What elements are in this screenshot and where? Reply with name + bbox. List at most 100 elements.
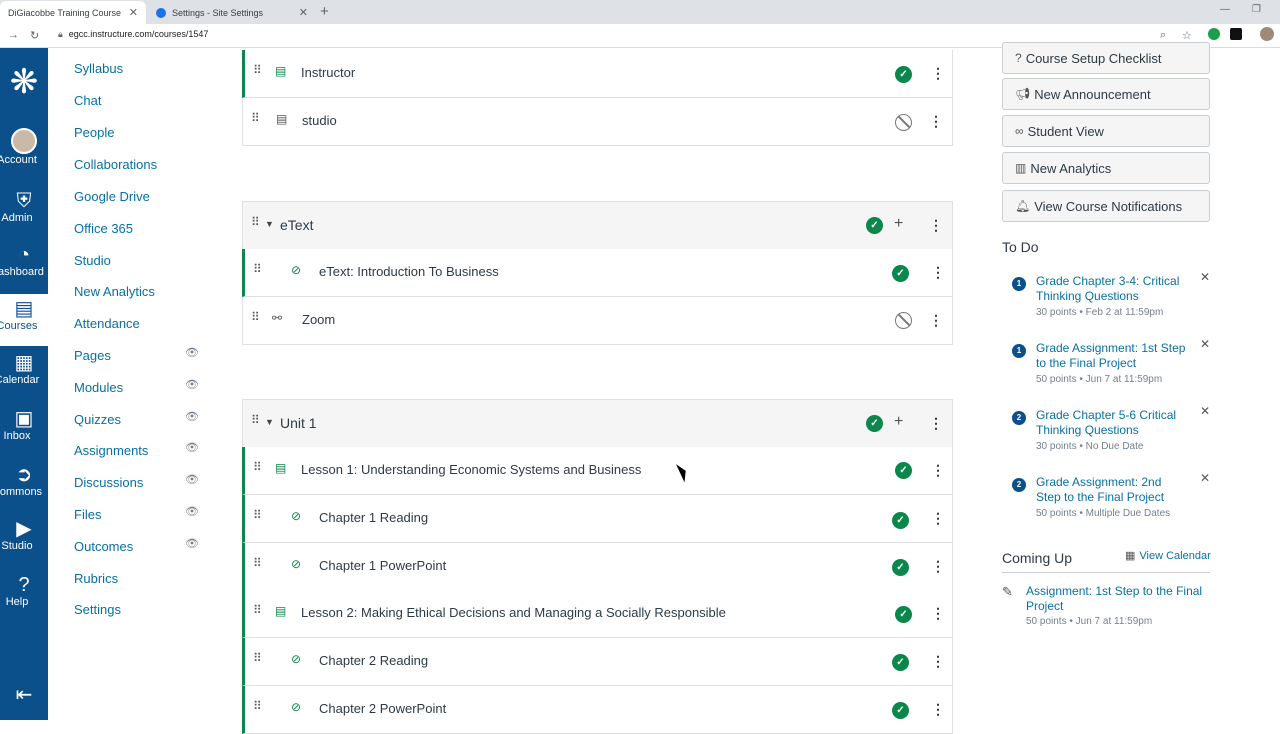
collapse-caret-icon[interactable]: ▼ [265,219,274,229]
forward-icon[interactable]: → [8,29,19,41]
published-check-icon[interactable]: ✓ [892,654,909,671]
more-options-icon[interactable]: ⋮ [931,605,945,622]
more-options-icon[interactable]: ⋮ [929,312,943,329]
module-item[interactable]: ⠿ ▤ Instructor ✓ ⋮ [242,50,953,98]
global-nav-account[interactable]: Account [0,128,48,166]
course-nav-studio[interactable]: Studio [74,253,111,268]
published-check-icon[interactable]: ✓ [895,462,912,479]
drag-handle-icon[interactable]: ⠿ [251,413,260,427]
published-check-icon[interactable]: ✓ [892,512,909,529]
course-nav-settings[interactable]: Settings [74,602,121,617]
global-nav-calendar[interactable]: ▦ Calendar [0,352,48,386]
drag-handle-icon[interactable]: ⠿ [253,63,262,77]
more-options-icon[interactable]: ⋮ [931,65,945,82]
close-icon[interactable]: ✕ [129,6,138,19]
module-item[interactable]: ⠿ ▤ studio ⋮ [242,98,953,146]
add-item-icon[interactable]: + [894,215,903,233]
new-tab-icon[interactable]: + [320,3,329,20]
drag-handle-icon[interactable]: ⠿ [253,508,262,522]
drag-handle-icon[interactable]: ⠿ [253,603,262,617]
course-nav-quizzes[interactable]: Quizzes [74,412,121,427]
published-check-icon[interactable]: ✓ [892,265,909,282]
course-nav-files[interactable]: Files [74,507,101,522]
drag-handle-icon[interactable]: ⠿ [253,651,262,665]
course-nav-discussions[interactable]: Discussions [74,475,143,490]
course-nav-collaborations[interactable]: Collaborations [74,157,157,172]
module-item[interactable]: ⠿ ▤ Lesson 2: Making Ethical Decisions a… [242,590,953,638]
more-options-icon[interactable]: ⋮ [931,510,945,527]
reload-icon[interactable]: ↻ [30,29,39,42]
drag-handle-icon[interactable]: ⠿ [251,215,260,229]
unpublished-icon[interactable] [895,114,912,131]
global-nav-courses[interactable]: ▤ Courses [0,294,48,346]
more-options-icon[interactable]: ⋮ [931,264,945,281]
collapse-nav-button[interactable]: ⇤ [0,684,48,706]
more-options-icon[interactable]: ⋮ [929,415,943,432]
student-view-button[interactable]: ∞ Student View [1002,115,1210,147]
global-nav-inbox[interactable]: ▣ Inbox [0,408,48,442]
browser-tab-course[interactable]: DiGiacobbe Training Course ✕ [0,1,146,24]
global-nav-help[interactable]: ? Help [0,574,48,608]
published-check-icon[interactable]: ✓ [892,559,909,576]
drag-handle-icon[interactable]: ⠿ [253,460,262,474]
star-icon[interactable]: ☆ [1182,29,1192,42]
module-header-etext[interactable]: ⠿ ▼ eText ✓ + ⋮ [242,201,953,249]
view-course-notifications-button[interactable]: 🔔︎ View Course Notifications [1002,190,1210,222]
course-nav-attendance[interactable]: Attendance [74,316,140,331]
dismiss-icon[interactable]: ✕ [1200,471,1210,485]
view-calendar-link[interactable]: ▦ View Calendar [1125,549,1211,562]
global-nav-dashboard[interactable]: ◔ Dashboard [0,244,48,278]
module-item[interactable]: ⠿ ⊘ Chapter 2 Reading ✓ ⋮ [242,638,953,686]
drag-handle-icon[interactable]: ⠿ [253,556,262,570]
module-header-unit-1[interactable]: ⠿ ▼ Unit 1 ✓ + ⋮ [242,399,953,447]
url-field[interactable]: 🔒︎ egcc.instructure.com/courses/1547 [58,29,208,40]
module-item[interactable]: ⠿ ⊘ Chapter 2 PowerPoint ✓ ⋮ [242,686,953,734]
browser-tab-settings[interactable]: Settings - Site Settings ✕ [148,1,316,24]
more-options-icon[interactable]: ⋮ [931,558,945,575]
unpublished-icon[interactable] [895,312,912,329]
drag-handle-icon[interactable]: ⠿ [253,699,262,713]
restore-icon[interactable]: ❐ [1252,4,1261,15]
course-nav-google-drive[interactable]: Google Drive [74,189,150,204]
new-announcement-button[interactable]: 📢︎ New Announcement [1002,78,1210,110]
drag-handle-icon[interactable]: ⠿ [253,262,262,276]
course-nav-people[interactable]: People [74,125,114,140]
published-check-icon[interactable]: ✓ [895,606,912,623]
extension-icon[interactable] [1230,28,1242,40]
canvas-logo[interactable]: ❋ [0,52,48,112]
global-nav-admin[interactable]: ⛨ Admin [0,190,48,224]
module-item[interactable]: ⠿ ⊘ Chapter 1 Reading ✓ ⋮ [242,495,953,543]
course-nav-rubrics[interactable]: Rubrics [74,571,118,586]
dismiss-icon[interactable]: ✕ [1200,404,1210,418]
dismiss-icon[interactable]: ✕ [1200,270,1210,284]
minimize-icon[interactable]: — [1220,4,1230,15]
global-nav-commons[interactable]: ➲ Commons [0,464,48,498]
drag-handle-icon[interactable]: ⠿ [251,310,260,324]
zoom-icon[interactable]: ⌕ [1160,29,1166,42]
published-check-icon[interactable]: ✓ [866,415,883,432]
course-nav-modules[interactable]: Modules [74,380,123,395]
extension-icon[interactable] [1208,28,1220,40]
profile-avatar[interactable] [1260,27,1274,41]
more-options-icon[interactable]: ⋮ [931,653,945,670]
course-nav-syllabus[interactable]: Syllabus [74,61,123,76]
more-options-icon[interactable]: ⋮ [929,217,943,234]
dismiss-icon[interactable]: ✕ [1200,337,1210,351]
published-check-icon[interactable]: ✓ [895,66,912,83]
drag-handle-icon[interactable]: ⠿ [251,111,260,125]
course-nav-assignments[interactable]: Assignments [74,443,148,458]
course-nav-pages[interactable]: Pages [74,348,111,363]
module-item[interactable]: ⠿ ⚯ Zoom ⋮ [242,297,953,345]
global-nav-studio[interactable]: ▶ Studio [0,518,48,552]
published-check-icon[interactable]: ✓ [892,702,909,719]
course-setup-checklist-button[interactable]: ? Course Setup Checklist [1002,42,1210,74]
close-icon[interactable]: ✕ [299,6,308,19]
collapse-caret-icon[interactable]: ▼ [265,417,274,427]
add-item-icon[interactable]: + [894,413,903,431]
course-nav-office-365[interactable]: Office 365 [74,221,133,236]
new-analytics-button[interactable]: ▥ New Analytics [1002,152,1210,184]
more-options-icon[interactable]: ⋮ [929,113,943,130]
more-options-icon[interactable]: ⋮ [931,462,945,479]
published-check-icon[interactable]: ✓ [866,217,883,234]
module-item[interactable]: ⠿ ⊘ Chapter 1 PowerPoint ✓ ⋮ [242,543,953,591]
